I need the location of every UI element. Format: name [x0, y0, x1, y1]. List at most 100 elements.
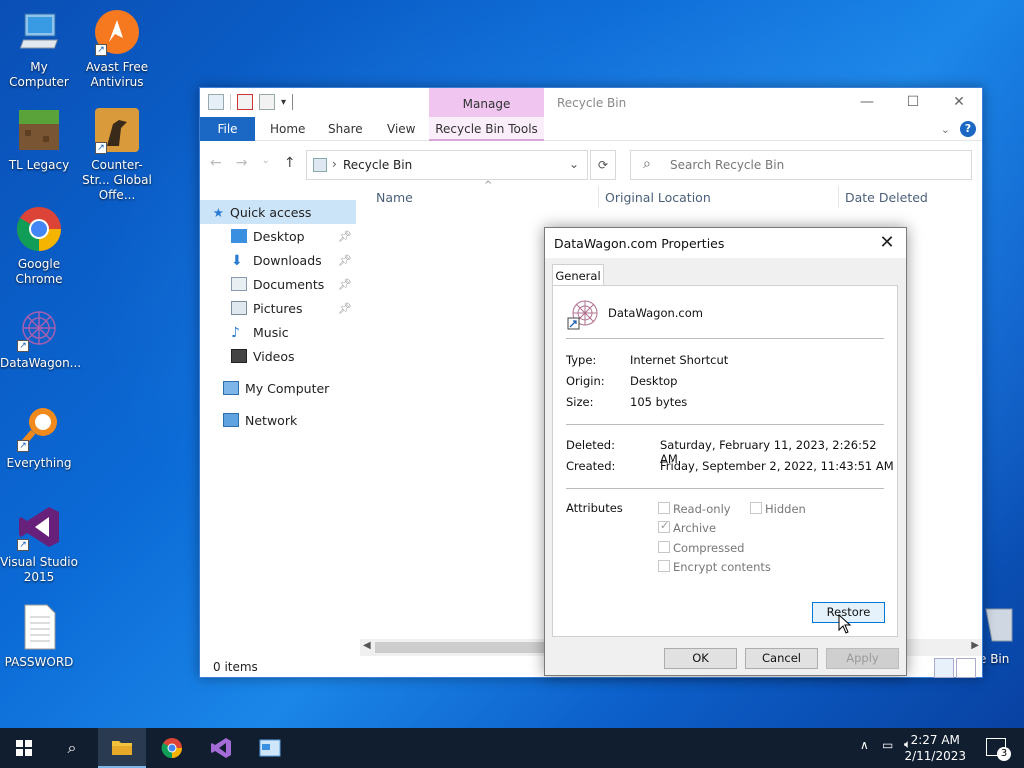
- shortcut-arrow-icon: ↗: [17, 539, 29, 551]
- taskbar-visual-studio[interactable]: [197, 728, 245, 768]
- back-icon[interactable]: ←: [210, 155, 222, 171]
- scroll-left-icon[interactable]: ◀: [363, 640, 371, 651]
- desktop-icon-counter-strike[interactable]: ↗ Counter-Str... Global Offe...: [78, 106, 156, 203]
- breadcrumb[interactable]: Recycle Bin: [343, 158, 412, 172]
- nav-downloads[interactable]: ⬇ Downloads 📌︎: [200, 248, 356, 272]
- desktop-icon-label: e Bin: [979, 652, 1010, 666]
- desktop-icon-visual-studio[interactable]: ↗ Visual Studio 2015: [0, 503, 78, 585]
- address-field[interactable]: › Recycle Bin ⌄: [306, 150, 588, 180]
- start-button[interactable]: [0, 728, 48, 768]
- chevron-up-icon[interactable]: ∧: [860, 738, 869, 752]
- taskbar-file-explorer[interactable]: [98, 728, 146, 768]
- forward-icon[interactable]: →: [236, 155, 248, 171]
- scroll-right-icon[interactable]: ▶: [971, 640, 979, 651]
- properties-dialog[interactable]: DataWagon.com Properties ✕ General DataW…: [544, 227, 907, 676]
- desktop-icon-datawagon[interactable]: ↗ DataWagon...: [0, 304, 81, 371]
- shortcut-arrow-icon: ↗: [95, 44, 107, 56]
- desktop-icon-label: Visual Studio 2015: [0, 555, 78, 584]
- nav-network[interactable]: Network: [200, 408, 356, 432]
- tab-share[interactable]: Share: [328, 117, 363, 141]
- up-icon[interactable]: ↑: [284, 155, 296, 171]
- cancel-button[interactable]: Cancel: [745, 648, 818, 669]
- manage-contextual-tab[interactable]: Manage: [429, 88, 544, 117]
- close-icon[interactable]: ✕: [876, 232, 898, 253]
- help-icon[interactable]: ?: [960, 121, 976, 137]
- pin-icon[interactable]: 📌︎: [338, 230, 352, 243]
- archive-label: Archive: [673, 521, 717, 535]
- clock-time: 2:27 AM: [910, 733, 960, 747]
- ok-button[interactable]: OK: [664, 648, 737, 669]
- chrome-icon: [161, 738, 182, 759]
- column-divider[interactable]: [598, 186, 599, 208]
- notification-center-icon[interactable]: 3: [986, 738, 1011, 761]
- customize-qat-icon[interactable]: ▾: [281, 97, 286, 108]
- hidden-checkbox[interactable]: [750, 502, 762, 514]
- desktop-icon-my-computer[interactable]: My Computer: [0, 8, 78, 90]
- taskbar-chrome[interactable]: [148, 728, 196, 768]
- nav-music[interactable]: ♪ Music: [200, 320, 356, 344]
- title-bar[interactable]: ▾ Manage Recycle Bin — ☐ ✕: [200, 88, 982, 117]
- download-arrow-icon: ⬇: [231, 253, 243, 269]
- tab-recycle-bin-tools[interactable]: Recycle Bin Tools: [429, 117, 544, 141]
- recycle-bin-small-icon: [208, 94, 224, 110]
- videos-icon: [231, 349, 247, 363]
- compressed-checkbox[interactable]: [658, 541, 670, 553]
- refresh-button[interactable]: ⟳: [590, 150, 616, 180]
- column-divider[interactable]: [838, 186, 839, 208]
- nav-videos[interactable]: Videos: [200, 344, 356, 368]
- chrome-icon: [15, 205, 63, 253]
- pin-icon[interactable]: 📌︎: [338, 302, 352, 315]
- readonly-checkbox[interactable]: [658, 502, 670, 514]
- close-button[interactable]: ✕: [936, 88, 982, 117]
- nav-my-computer[interactable]: My Computer: [200, 376, 356, 400]
- large-icons-view-icon[interactable]: [956, 658, 976, 678]
- column-name[interactable]: Name: [376, 190, 413, 205]
- desktop-icon-recycle-bin[interactable]: e Bin: [979, 605, 1014, 666]
- network-tray-icon[interactable]: ▭: [882, 738, 893, 752]
- new-folder-icon[interactable]: [259, 94, 275, 110]
- pin-icon[interactable]: 📌︎: [338, 278, 352, 291]
- tab-home[interactable]: Home: [270, 117, 305, 141]
- desktop-icon-everything[interactable]: ↗ Everything: [0, 404, 78, 471]
- expand-ribbon-icon[interactable]: ⌄: [941, 123, 950, 136]
- minimize-button[interactable]: —: [844, 88, 890, 117]
- search-box[interactable]: ⌕ Search Recycle Bin: [630, 150, 972, 180]
- file-name: DataWagon.com: [608, 306, 703, 320]
- desktop-icon-label: Google Chrome: [15, 257, 63, 286]
- hidden-label: Hidden: [765, 502, 806, 516]
- search-button[interactable]: ⌕: [48, 728, 96, 768]
- desktop-icon-tl-legacy[interactable]: TL Legacy: [0, 106, 78, 173]
- details-view-icon[interactable]: [934, 658, 954, 678]
- tab-view[interactable]: View: [387, 117, 415, 141]
- divider: [292, 94, 294, 110]
- apply-button[interactable]: Apply: [826, 648, 899, 669]
- encrypt-checkbox[interactable]: [658, 560, 670, 572]
- tab-general[interactable]: General: [552, 264, 604, 286]
- taskbar-control-panel[interactable]: [246, 728, 294, 768]
- desktop-icon-avast[interactable]: ↗ Avast Free Antivirus: [78, 8, 156, 90]
- column-date-deleted[interactable]: Date Deleted: [845, 190, 928, 205]
- folder-icon: [112, 741, 132, 755]
- address-bar-row: ← → ⌄ ↑ › Recycle Bin ⌄ ⟳ ⌕ Search Recyc…: [200, 141, 982, 185]
- clock[interactable]: 2:27 AM 2/11/2023: [904, 732, 966, 764]
- type-value: Internet Shortcut: [630, 353, 729, 367]
- archive-checkbox[interactable]: [658, 519, 670, 533]
- column-original-location[interactable]: Original Location: [605, 190, 711, 205]
- desktop-icon-google-chrome[interactable]: Google Chrome: [0, 205, 78, 287]
- tab-file[interactable]: File: [200, 117, 255, 141]
- origin-value: Desktop: [630, 374, 678, 388]
- nav-documents[interactable]: Documents 📌︎: [200, 272, 356, 296]
- nav-desktop[interactable]: Desktop 📌︎: [200, 224, 356, 248]
- dialog-title-bar[interactable]: DataWagon.com Properties ✕: [545, 228, 906, 258]
- star-icon: ★: [212, 204, 224, 220]
- window-title: Recycle Bin: [557, 96, 627, 110]
- nav-quick-access[interactable]: ★ Quick access: [200, 200, 356, 224]
- quick-access-toolbar: ▾: [208, 94, 294, 110]
- nav-pictures[interactable]: Pictures 📌︎: [200, 296, 356, 320]
- chevron-down-icon[interactable]: ⌄: [569, 157, 579, 171]
- maximize-button[interactable]: ☐: [890, 88, 936, 117]
- pin-icon[interactable]: 📌︎: [338, 254, 352, 267]
- recent-locations-icon[interactable]: ⌄: [261, 155, 269, 171]
- properties-icon[interactable]: [237, 94, 253, 110]
- desktop-icon-password[interactable]: PASSWORD: [0, 603, 78, 670]
